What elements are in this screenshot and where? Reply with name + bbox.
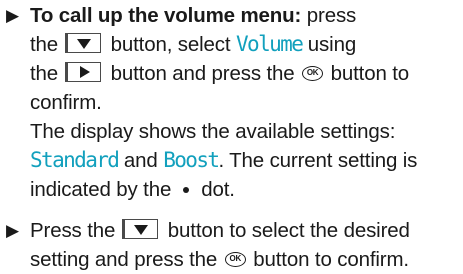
step-text: the [30, 33, 59, 56]
step-1-line-6: Standard and Boost. The current setting … [30, 146, 462, 175]
step-2-content: Press the button to select the desired s… [30, 216, 462, 274]
step-1-content: To call up the volume menu: press the bu… [30, 1, 462, 204]
step-text: . The current setting is [218, 149, 418, 172]
right-arrow-key-icon [65, 62, 102, 82]
step-heading: To call up the volume menu: [30, 4, 302, 27]
step-1-line-3: the button and press the OK button to [30, 59, 462, 88]
step-text: using [302, 33, 357, 56]
step-2-line-1: Press the button to select the desired [30, 216, 462, 245]
down-arrow-key-icon [122, 219, 159, 239]
step-text: The display shows the available settings… [30, 120, 396, 143]
step-text: dot. [201, 178, 235, 201]
step-bullet-icon: ▶ [6, 221, 20, 240]
instruction-page: ▶ To call up the volume menu: press the … [0, 0, 463, 274]
down-arrow-key-icon [65, 33, 102, 53]
step-2-line-2: setting and press the OK button to confi… [30, 245, 462, 274]
display-label-volume: Volume [236, 32, 304, 56]
ok-button-icon: OK [302, 66, 324, 82]
step-text: button to [325, 62, 410, 85]
step-bullet-icon: ▶ [6, 6, 20, 25]
step-text: and [118, 149, 164, 172]
step-text: indicated by the [30, 178, 172, 201]
display-label-standard: Standard [30, 148, 120, 172]
step-1-line-5: The display shows the available settings… [30, 117, 462, 146]
step-text: button, select [105, 33, 236, 56]
display-label-boost: Boost [163, 148, 220, 172]
step-text: button and press the [105, 62, 295, 85]
step-text: button to confirm. [247, 248, 409, 271]
step-text: Press the [30, 219, 116, 242]
step-1-line-7: indicated by the dot. [30, 175, 462, 204]
step-text: confirm. [30, 91, 102, 114]
step-text: button to select the desired [162, 219, 410, 242]
step-text: setting and press the [30, 248, 218, 271]
step-1-line-1: To call up the volume menu: press [30, 1, 462, 30]
step-text: press [301, 4, 357, 27]
ok-button-icon: OK [224, 252, 246, 268]
step-text: the [30, 62, 59, 85]
selection-dot-icon [183, 186, 190, 193]
step-1-line-2: the button, select Volume using [30, 30, 462, 59]
step-1-line-4: confirm. [30, 88, 462, 117]
